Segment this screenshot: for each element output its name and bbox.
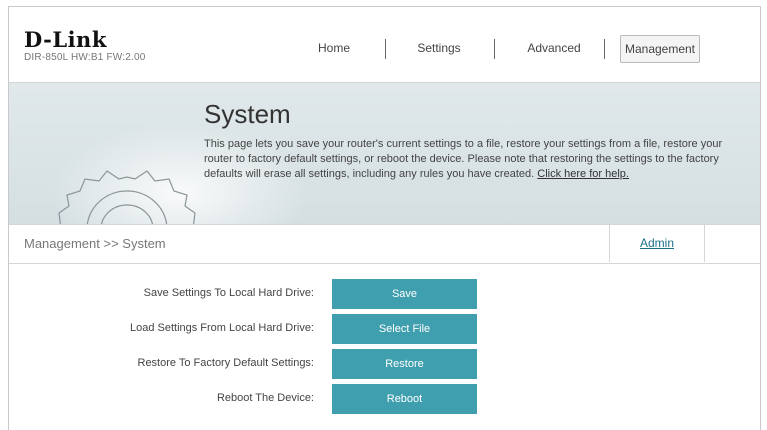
- restore-button[interactable]: Restore: [332, 349, 477, 379]
- save-settings-row: Save Settings To Local Hard Drive: Save: [9, 279, 760, 309]
- restore-defaults-label: Restore To Factory Default Settings:: [137, 357, 315, 369]
- page-title: System: [204, 99, 291, 129]
- nav-settings[interactable]: Settings: [399, 35, 479, 63]
- model-info: DIR-850L HW:B1 FW:2.00: [24, 52, 146, 63]
- nav-management[interactable]: Management: [620, 35, 700, 63]
- page-description: This page lets you save your router's cu…: [204, 137, 724, 182]
- reboot-label: Reboot The Device:: [216, 392, 314, 404]
- load-settings-label: Load Settings From Local Hard Drive:: [129, 322, 314, 334]
- dlink-logo[interactable]: D-Link DIR-850L HW:B1 FW:2.00: [24, 27, 146, 64]
- nav-divider: [604, 39, 605, 59]
- gear-icon: [58, 170, 196, 230]
- top-header: D-Link DIR-850L HW:B1 FW:2.00 Home Setti…: [9, 7, 760, 82]
- select-file-button[interactable]: Select File: [332, 314, 477, 344]
- breadcrumb: Management >> System: [24, 236, 166, 251]
- router-admin-page: D-Link DIR-850L HW:B1 FW:2.00 Home Setti…: [8, 6, 761, 430]
- breadcrumb-bar: Management >> System Admin: [9, 224, 760, 264]
- brand-name: D-Link: [24, 27, 107, 52]
- restore-defaults-row: Restore To Factory Default Settings: Res…: [9, 349, 760, 379]
- reboot-row: Reboot The Device: Reboot: [9, 384, 760, 414]
- nav-home[interactable]: Home: [299, 35, 369, 63]
- nav-divider: [385, 39, 386, 59]
- admin-link[interactable]: Admin: [609, 224, 705, 262]
- help-link[interactable]: Click here for help.: [537, 168, 629, 180]
- save-button[interactable]: Save: [332, 279, 477, 309]
- save-settings-label: Save Settings To Local Hard Drive:: [143, 287, 314, 299]
- nav-divider: [494, 39, 495, 59]
- nav-advanced[interactable]: Advanced: [509, 35, 599, 63]
- reboot-button[interactable]: Reboot: [332, 384, 477, 414]
- description-text: This page lets you save your router's cu…: [204, 138, 723, 180]
- page-banner: System This page lets you save your rout…: [9, 82, 760, 263]
- load-settings-row: Load Settings From Local Hard Drive: Sel…: [9, 314, 760, 344]
